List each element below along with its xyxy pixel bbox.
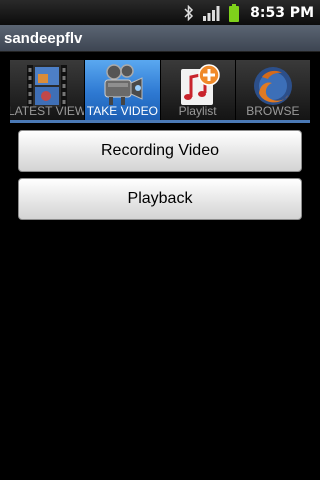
bluetooth-icon — [184, 3, 194, 23]
firefox-globe-icon — [250, 63, 296, 109]
tab-browse[interactable]: BROWSE — [235, 60, 310, 120]
tab-playlist[interactable]: Playlist — [160, 60, 236, 120]
tab-label: BROWSE — [246, 104, 300, 118]
signal-icon — [202, 3, 220, 23]
status-time: 8:53 PM — [250, 4, 314, 21]
tab-bar-underline — [10, 120, 310, 123]
tab-bar: LATEST VIEW TAKE VIDEO Playlist BROWSE — [10, 60, 310, 120]
film-strip-icon — [24, 63, 70, 109]
playback-button[interactable]: Playback — [18, 178, 302, 220]
video-camera-icon — [99, 63, 145, 109]
tab-label: TAKE VIDEO — [86, 104, 158, 118]
tab-take-video[interactable]: TAKE VIDEO — [85, 60, 161, 120]
title-bar: sandeepflv — [0, 25, 320, 52]
tab-label: LATEST VIEW — [10, 104, 86, 118]
status-bar: 8:53 PM — [0, 0, 320, 25]
music-note-add-icon — [175, 63, 221, 109]
recording-video-button[interactable]: Recording Video — [18, 130, 302, 172]
tab-label: Playlist — [178, 104, 217, 118]
tab-latest-view[interactable]: LATEST VIEW — [10, 60, 86, 120]
battery-icon — [228, 3, 240, 23]
app-title: sandeepflv — [4, 29, 83, 47]
